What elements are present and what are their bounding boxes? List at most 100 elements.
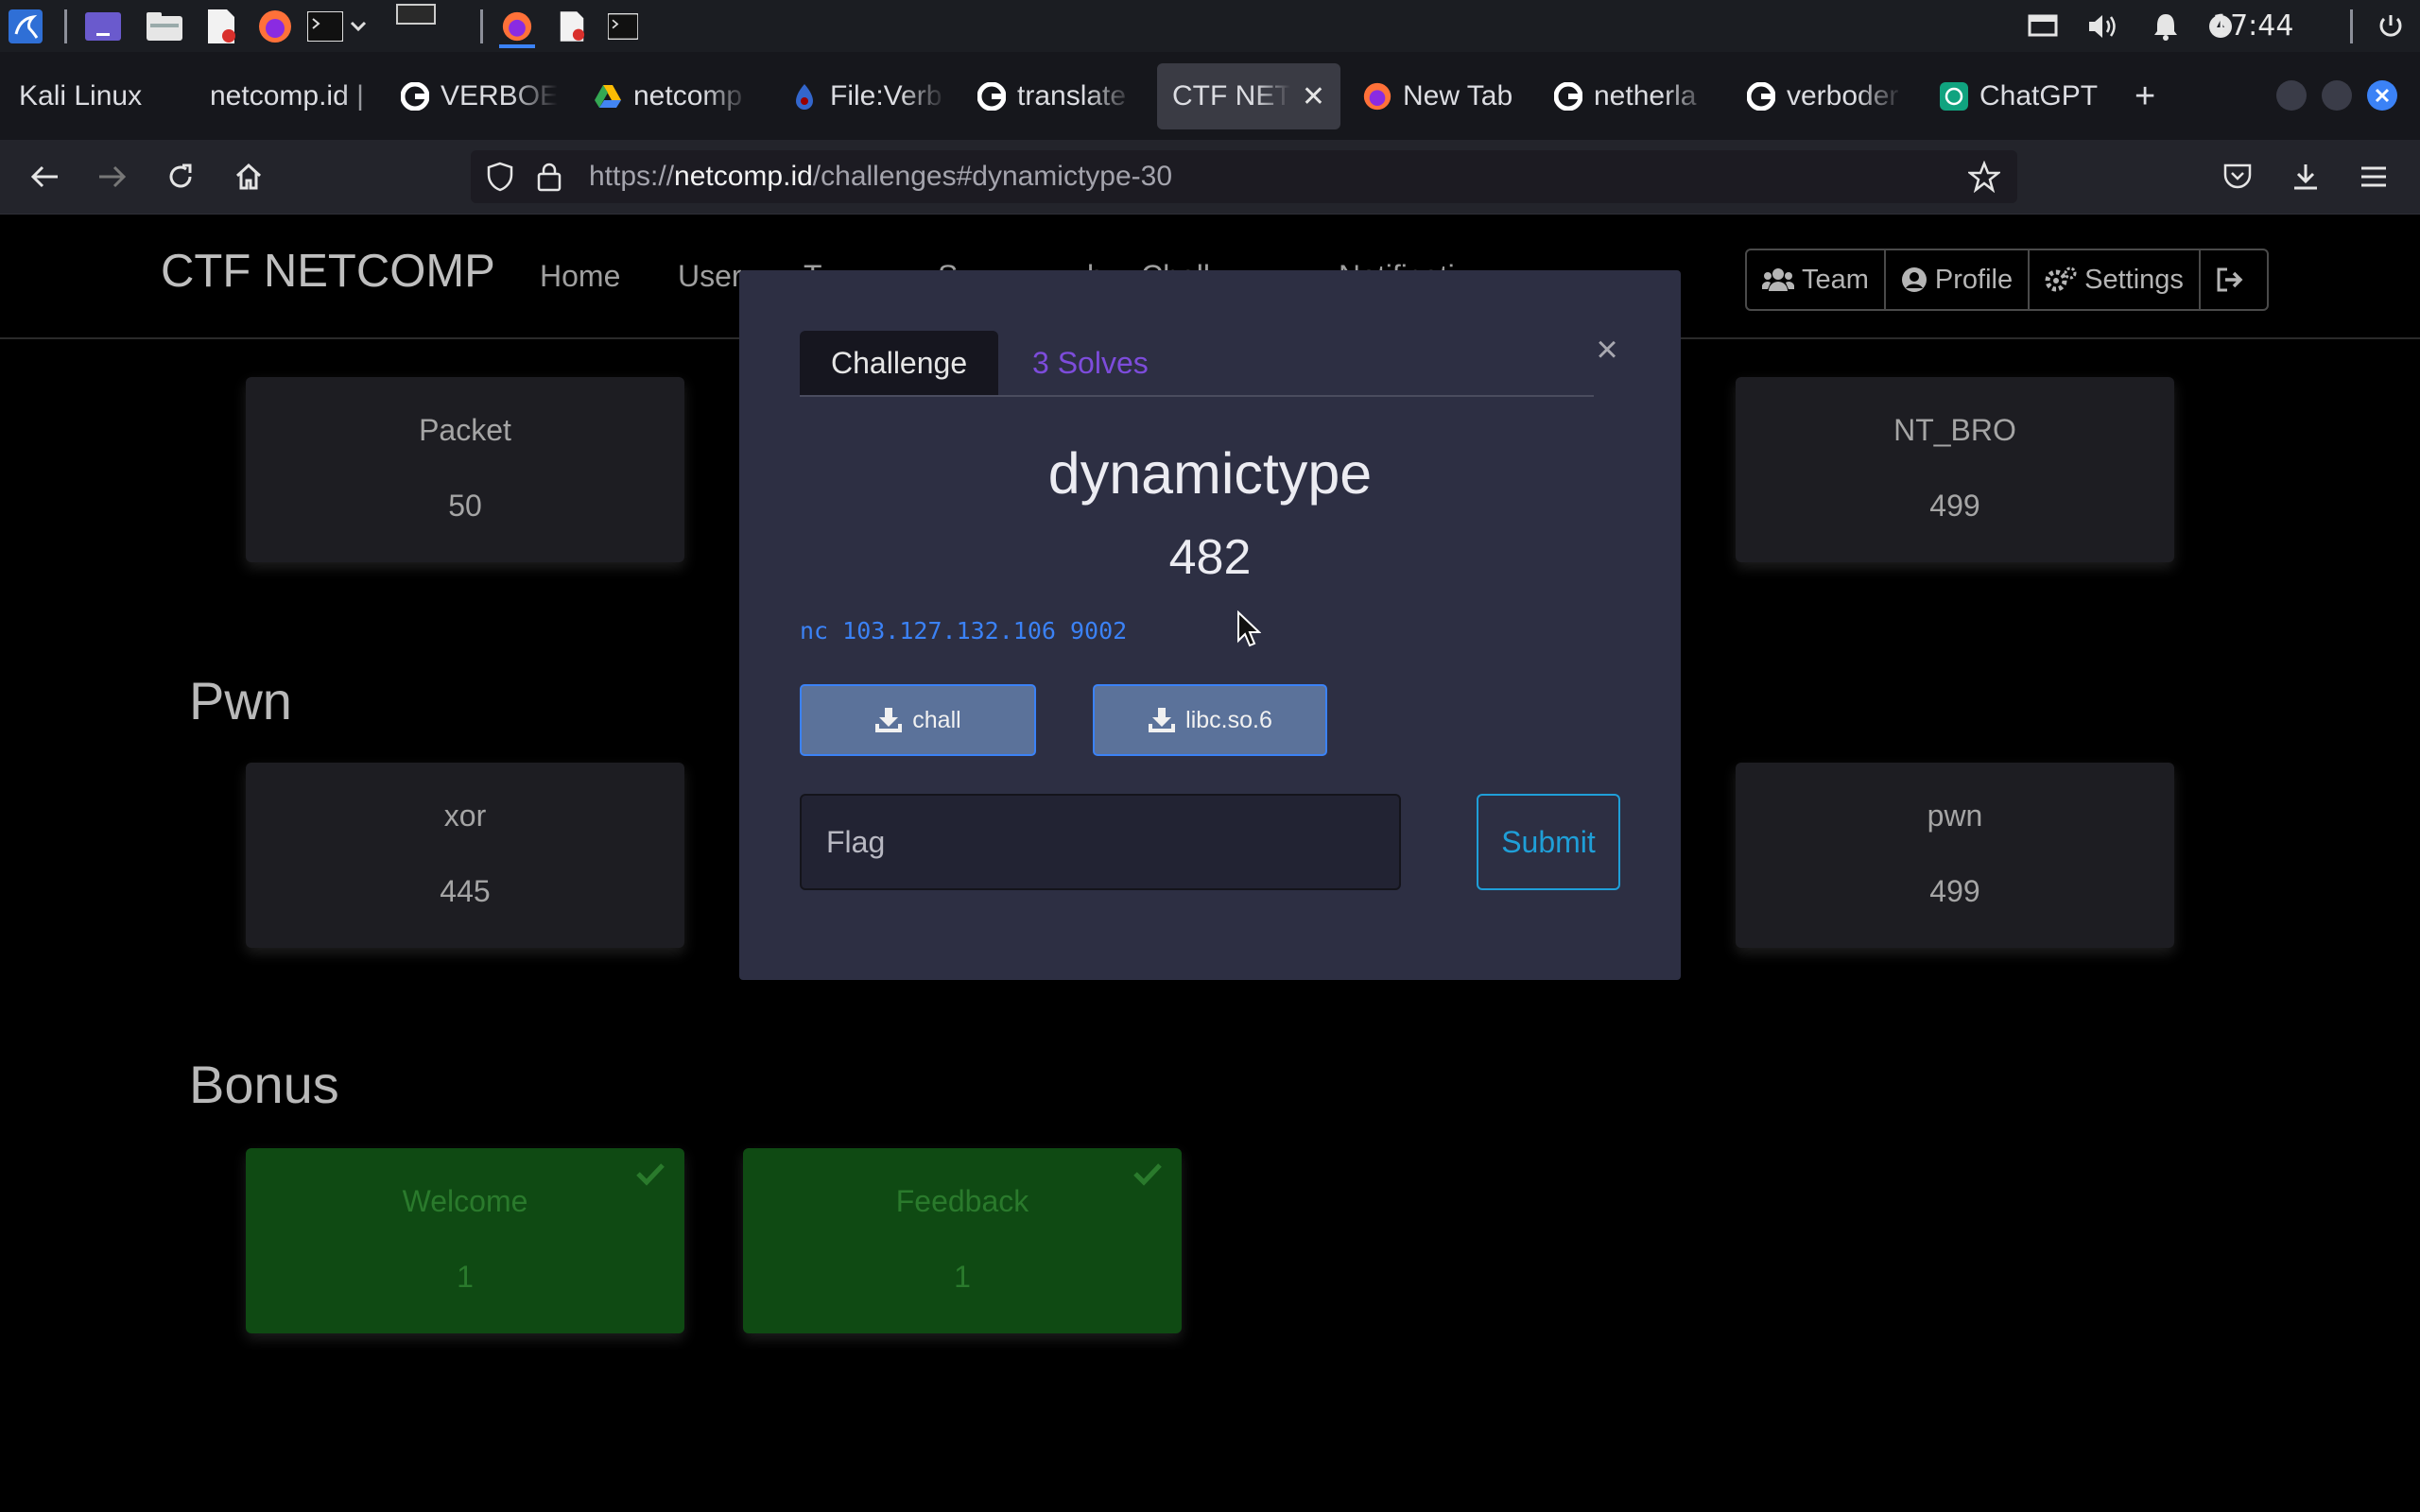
url-path: /challenges#dynamictype-30 (812, 161, 1173, 192)
tab-label: Kali Linux (19, 80, 143, 112)
submit-button[interactable]: Submit (1477, 794, 1620, 890)
category-title-bonus: Bonus (189, 1055, 339, 1114)
team-button-label: Team (1802, 264, 1869, 295)
kali-menu-icon[interactable] (8, 9, 43, 44)
workspace-preview-icon[interactable] (389, 0, 442, 28)
browser-tab-strip: Kali Linux netcomp.id | VERBOE netcomp F… (0, 52, 2420, 140)
close-window-icon[interactable] (2367, 80, 2397, 111)
download-chall-button[interactable]: chall (800, 684, 1036, 756)
challenge-name: Welcome (402, 1184, 528, 1218)
notification-bell-icon[interactable] (2148, 9, 2184, 44)
shield-icon[interactable] (486, 162, 514, 197)
download-icon (1149, 708, 1176, 732)
url-bar[interactable]: https://netcomp.id/challenges#dynamictyp… (471, 150, 2017, 203)
firefox-icon[interactable] (257, 9, 293, 44)
challenge-value: 445 (440, 874, 491, 908)
challenge-value: 1 (457, 1260, 474, 1294)
logout-button[interactable] (2201, 250, 2267, 309)
taskbar-separator (64, 9, 67, 43)
download-libc-button[interactable]: libc.so.6 (1093, 684, 1327, 756)
tab-file-verb[interactable]: File:Verb (790, 63, 947, 129)
power-icon[interactable] (2373, 9, 2409, 44)
display-icon[interactable] (2025, 9, 2061, 44)
tab-netcomp[interactable]: netcomp.id | (210, 63, 397, 129)
clock[interactable]: 17:44 (2212, 9, 2293, 43)
download-libc-label: libc.so.6 (1185, 706, 1272, 733)
close-icon[interactable]: × (1588, 331, 1626, 369)
download-chall-label: chall (912, 706, 961, 733)
challenge-name: xor (443, 799, 487, 833)
google-drive-icon (594, 82, 622, 111)
tab-new-tab[interactable]: New Tab (1363, 63, 1533, 129)
challenge-card-feedback[interactable]: Feedback 1 (743, 1148, 1182, 1333)
tab-netherlands[interactable]: netherla (1554, 63, 1711, 129)
challenge-card-xor[interactable]: xor 445 (246, 763, 684, 948)
challenge-points: 482 (1168, 530, 1252, 585)
firefox-window-icon[interactable] (499, 9, 535, 48)
category-title-pwn: Pwn (189, 671, 292, 730)
url-text[interactable]: https://netcomp.id/challenges#dynamictyp… (589, 161, 1172, 193)
challenge-value: 50 (448, 489, 482, 523)
bookmark-star-icon[interactable] (1966, 160, 2002, 198)
home-icon[interactable] (227, 155, 270, 198)
team-button[interactable]: Team (1747, 250, 1886, 309)
terminal-window-icon[interactable] (605, 9, 641, 44)
tab-ctf-netcomp[interactable]: CTF NETC ✕ (1157, 63, 1340, 129)
challenge-value: 499 (1929, 874, 1980, 908)
new-tab-plus-icon[interactable]: + (2135, 63, 2167, 129)
text-editor-icon[interactable] (203, 9, 239, 44)
tab-verboe[interactable]: VERBOE (401, 63, 558, 129)
reload-icon[interactable] (159, 155, 202, 198)
tab-label: CTF NETC (1172, 80, 1290, 112)
tab-kali-linux[interactable]: Kali Linux (19, 63, 189, 129)
challenge-card-packet[interactable]: Packet 50 (246, 377, 684, 562)
tab-label: ChatGPT (1979, 80, 2099, 112)
flag-input[interactable] (800, 794, 1401, 890)
challenge-card-pwn[interactable]: pwn 499 (1736, 763, 2174, 948)
downloads-icon[interactable] (2284, 155, 2327, 198)
lock-icon[interactable] (537, 162, 562, 197)
settings-button[interactable]: Settings (2030, 250, 2201, 309)
tab-netcomp-drive[interactable]: netcomp (594, 63, 751, 129)
tab-close-icon[interactable]: ✕ (1302, 80, 1325, 113)
minimize-window-icon[interactable] (2276, 80, 2307, 111)
workspace-icon[interactable] (85, 9, 121, 44)
tab-label: translate (1017, 80, 1127, 112)
file-manager-icon[interactable] (147, 9, 182, 44)
tab-chatgpt[interactable]: ChatGPT (1940, 63, 2110, 129)
back-arrow-icon[interactable] (23, 155, 66, 198)
url-scheme: https:// (589, 161, 675, 192)
taskbar-separator (2350, 9, 2353, 43)
tab-verboden[interactable]: verboder (1747, 63, 1904, 129)
tab-label: VERBOE (441, 80, 558, 112)
challenge-description: nc 103.127.132.106 9002 (800, 617, 1128, 644)
tab-translate[interactable]: translate (977, 63, 1134, 129)
forward-arrow-icon[interactable] (91, 155, 134, 198)
download-icon (875, 708, 903, 732)
terminal-icon[interactable] (307, 9, 343, 44)
nav-home[interactable]: Home (540, 259, 620, 294)
tab-label: netcomp.id | (210, 80, 364, 112)
tab-label: verboder (1787, 80, 1899, 112)
tab-label: netcomp (633, 80, 743, 112)
checkmark-icon (636, 1163, 665, 1186)
tab-solves[interactable]: 3 Solves (1032, 331, 1149, 395)
challenge-card-welcome[interactable]: Welcome 1 (246, 1148, 684, 1333)
hamburger-menu-icon[interactable] (2352, 155, 2395, 198)
maximize-window-icon[interactable] (2322, 80, 2352, 111)
google-icon (1747, 82, 1775, 111)
firefox-icon (1363, 82, 1392, 111)
pocket-icon[interactable] (2216, 155, 2259, 198)
user-circle-icon (1901, 267, 1927, 292)
google-icon (401, 82, 429, 111)
tab-challenge[interactable]: Challenge (800, 331, 999, 395)
site-brand[interactable]: CTF NETCOMP (161, 245, 495, 298)
taskbar-separator (480, 9, 483, 43)
nav-users[interactable]: User (678, 259, 742, 294)
challenge-card-nt-bro[interactable]: NT_BRO 499 (1736, 377, 2174, 562)
editor-window-icon[interactable] (554, 9, 590, 44)
chevron-down-icon[interactable] (346, 9, 371, 44)
volume-icon[interactable] (2085, 9, 2121, 44)
profile-button[interactable]: Profile (1886, 250, 2031, 309)
settings-button-label: Settings (2084, 264, 2184, 295)
